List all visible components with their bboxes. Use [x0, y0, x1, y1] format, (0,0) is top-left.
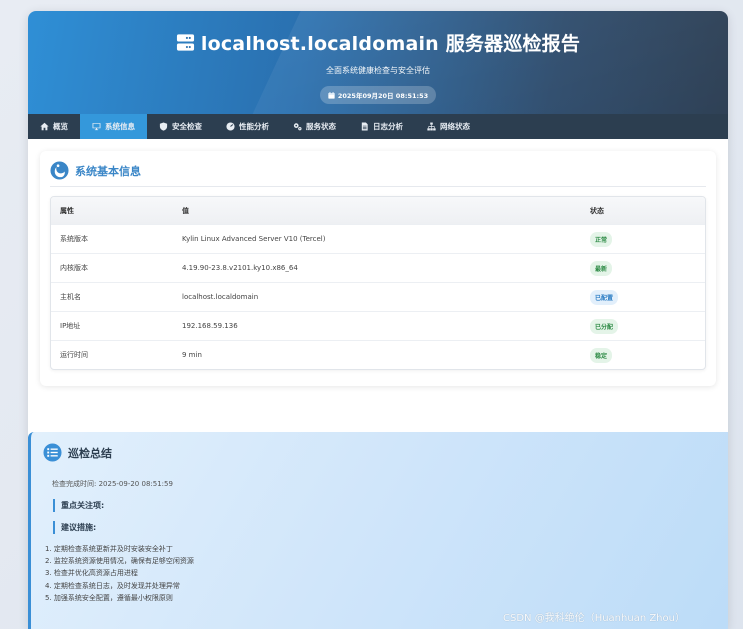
- page-subtitle: 全面系统健康检查与安全评估: [326, 66, 430, 75]
- row-value: 4.19.90-23.8.v2101.ky10.x86_64: [182, 264, 298, 272]
- list-item: 5. 加强系统安全配置，遵循最小权限原则: [45, 593, 173, 602]
- desktop-icon: [92, 123, 101, 131]
- tab-label: 概览: [53, 122, 68, 131]
- card-title: 系统基本信息: [75, 164, 141, 178]
- measures-list: 1. 定期检查系统更新并及时安装安全补丁 2. 监控系统资源使用情况，确保有足够…: [45, 543, 716, 604]
- list-item: 1. 定期检查系统更新并及时安装安全补丁: [45, 545, 173, 553]
- column-header-status: 状态: [590, 206, 604, 215]
- tab-security-check[interactable]: 安全检查: [147, 114, 214, 139]
- tab-network-status[interactable]: 网络状态: [415, 114, 482, 139]
- tab-service-status[interactable]: 服务状态: [281, 114, 348, 139]
- summary-header: 巡检总结: [43, 443, 716, 462]
- title-row: localhost.localdomain 服务器巡检报告: [28, 29, 728, 56]
- status-badge: 最新: [590, 260, 613, 276]
- tab-system-info[interactable]: 系统信息: [80, 114, 147, 139]
- focus-heading: 重点关注项:: [53, 499, 716, 512]
- card-header: 系统基本信息: [50, 161, 706, 187]
- tab-log-analysis[interactable]: 日志分析: [348, 114, 415, 139]
- row-status-cell: 已配置: [583, 289, 705, 305]
- list-item: 3. 检查并优化高资源占用进程: [45, 569, 138, 578]
- tab-label: 服务状态: [306, 122, 336, 131]
- list-item: 2. 监控系统资源使用情况，确保有足够空闲资源: [45, 557, 194, 566]
- row-attr: 系统版本: [60, 235, 88, 243]
- table-row: 系统版本 Kylin Linux Advanced Server V10 (Te…: [51, 224, 705, 253]
- column-header-value: 值: [182, 206, 189, 215]
- nav-bar: 概览 系统信息 安全检查 性能分析 服务状态 日志分析 网络状态: [28, 114, 728, 139]
- row-status-cell: 已分配: [583, 318, 705, 334]
- table-row: 内核版本 4.19.90-23.8.v2101.ky10.x86_64 最新: [51, 253, 705, 282]
- status-badge: 已分配: [590, 318, 619, 334]
- tab-label: 系统信息: [105, 122, 135, 131]
- date-badge: 2025年09月20日 08:51:53: [319, 86, 437, 104]
- column-header-attr: 属性: [60, 206, 74, 215]
- watermark: CSDN @我科绝伦（Huanhuan Zhou）: [503, 613, 685, 624]
- list-icon: [43, 443, 62, 462]
- row-status-cell: 最新: [583, 260, 705, 276]
- row-attr: 内核版本: [60, 264, 88, 272]
- status-badge: 正常: [590, 231, 613, 247]
- system-info-table: 属性 值 状态 系统版本 Kylin Linux Advanced Server…: [50, 196, 706, 370]
- row-attr: 运行时间: [60, 351, 88, 359]
- page-title: localhost.localdomain 服务器巡检报告: [200, 33, 581, 55]
- shield-icon: [159, 122, 168, 131]
- row-attr: IP地址: [60, 322, 81, 330]
- tab-label: 网络状态: [440, 122, 470, 131]
- measures-heading: 建议措施:: [53, 521, 716, 534]
- report-page: localhost.localdomain 服务器巡检报告 全面系统健康检查与安…: [28, 11, 728, 629]
- status-badge: 已配置: [590, 289, 619, 305]
- table-row: 主机名 localhost.localdomain 已配置: [51, 282, 705, 311]
- tab-label: 性能分析: [239, 122, 269, 131]
- server-icon: [176, 34, 194, 51]
- network-icon: [427, 122, 436, 131]
- complete-time: 检查完成时间: 2025-09-20 08:51:59: [52, 480, 173, 488]
- table-header-row: 属性 值 状态: [51, 197, 705, 224]
- row-value: Kylin Linux Advanced Server V10 (Tercel): [182, 235, 326, 243]
- row-value: 192.168.59.136: [182, 322, 238, 330]
- row-value: 9 min: [182, 351, 202, 359]
- home-icon: [40, 122, 49, 131]
- row-status-cell: 稳定: [583, 347, 705, 363]
- main-content: 系统基本信息 属性 值 状态 系统版本 Kylin Linux Advanced…: [28, 139, 728, 386]
- gauge-icon: [226, 122, 235, 131]
- tab-performance[interactable]: 性能分析: [214, 114, 281, 139]
- calendar-icon: [328, 91, 335, 99]
- gears-icon: [293, 123, 302, 131]
- tab-overview[interactable]: 概览: [28, 114, 80, 139]
- summary-title: 巡检总结: [68, 446, 112, 460]
- linux-icon: [50, 161, 69, 180]
- file-icon: [361, 122, 368, 131]
- row-status-cell: 正常: [583, 231, 705, 247]
- table-row: IP地址 192.168.59.136 已分配: [51, 311, 705, 340]
- report-header: localhost.localdomain 服务器巡检报告 全面系统健康检查与安…: [28, 11, 728, 114]
- system-info-card: 系统基本信息 属性 值 状态 系统版本 Kylin Linux Advanced…: [40, 151, 716, 386]
- report-date: 2025年09月20日 08:51:53: [337, 92, 429, 100]
- row-value: localhost.localdomain: [182, 293, 259, 301]
- table-row: 运行时间 9 min 稳定: [51, 340, 705, 369]
- list-item: 4. 定期检查系统日志，及时发现并处理异常: [45, 581, 180, 590]
- status-badge: 稳定: [590, 347, 613, 363]
- summary-section: 巡检总结 检查完成时间: 2025-09-20 08:51:59 重点关注项: …: [28, 432, 728, 629]
- tab-label: 安全检查: [172, 122, 202, 131]
- row-attr: 主机名: [60, 293, 81, 301]
- tab-label: 日志分析: [373, 122, 403, 131]
